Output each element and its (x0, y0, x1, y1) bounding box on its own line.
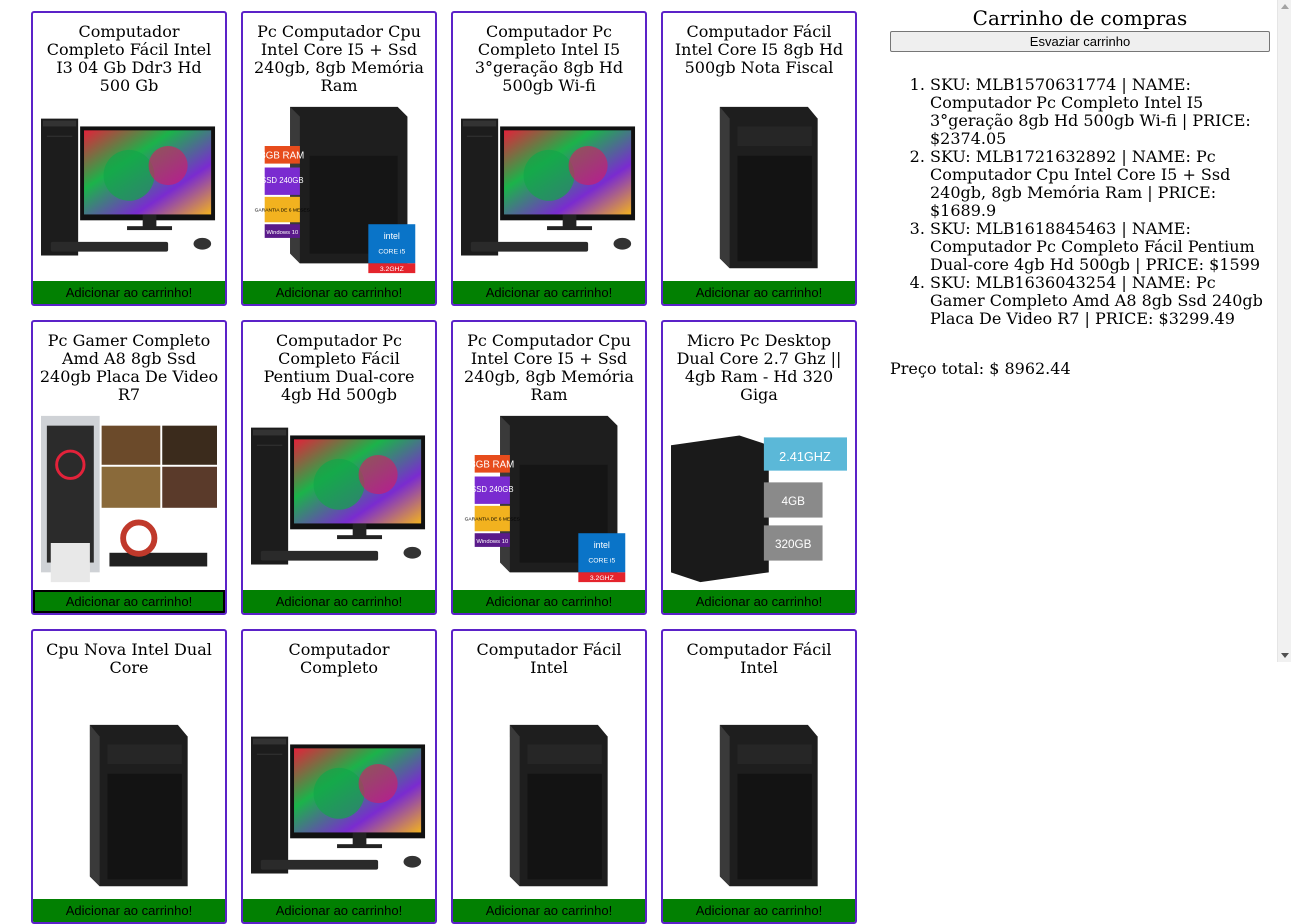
svg-text:GARANTIA DE 6 MESES: GARANTIA DE 6 MESES (255, 208, 311, 214)
product-title: Computador Pc Completo Intel I5 3°geraçã… (474, 22, 624, 95)
add-to-cart-button[interactable]: Adicionar ao carrinho! (33, 281, 225, 304)
product-card: Computador Fácil Intel Adicionar ao carr… (451, 629, 647, 924)
product-title: Computador Fácil Intel (686, 640, 832, 677)
product-title: Micro Pc Desktop Dual Core 2.7 Ghz || 4g… (676, 331, 842, 404)
product-title: Computador Pc Completo Fácil Pentium Dua… (263, 331, 415, 404)
product-title: Pc Gamer Completo Amd A8 8gb Ssd 240gb P… (39, 331, 219, 404)
cart-item: SKU: MLB1570631774 | NAME: Computador Pc… (930, 76, 1270, 148)
product-card: Computador Completo Adicionar ao carrinh… (241, 629, 437, 924)
tower-with-badges-image: 8GB RAM SSD 240GB GARANTIA DE 6 MESES Wi… (461, 404, 637, 594)
add-to-cart-button[interactable]: Adicionar ao carrinho! (243, 281, 435, 304)
tower-with-badges-image: 8GB RAM SSD 240GB GARANTIA DE 6 MESES Wi… (251, 95, 427, 285)
product-title: Computador Fácil Intel Core I5 8gb Hd 50… (674, 22, 844, 77)
svg-text:CORE i5: CORE i5 (378, 249, 405, 256)
svg-text:intel: intel (594, 540, 610, 550)
cart-list: SKU: MLB1570631774 | NAME: Computador Pc… (890, 76, 1270, 328)
svg-text:4GB: 4GB (781, 495, 805, 508)
vertical-scrollbar[interactable] (1277, 0, 1291, 662)
add-to-cart-button[interactable]: Adicionar ao carrinho! (663, 899, 855, 922)
add-to-cart-button[interactable]: Adicionar ao carrinho! (243, 899, 435, 922)
svg-text:8GB RAM: 8GB RAM (470, 460, 514, 471)
svg-text:GARANTIA DE 6 MESES: GARANTIA DE 6 MESES (465, 517, 521, 523)
gamer-setup-image (41, 404, 217, 594)
svg-text:CORE i5: CORE i5 (588, 558, 615, 565)
svg-text:Windows 10: Windows 10 (476, 539, 509, 545)
cart-item: SKU: MLB1721632892 | NAME: Pc Computador… (930, 148, 1270, 220)
svg-text:intel: intel (384, 231, 400, 241)
tower-with-specs-image: 2.41GHZ 4GB 320GB (671, 404, 847, 594)
svg-text:SSD 240GB: SSD 240GB (471, 485, 514, 494)
product-title: Cpu Nova Intel Dual Core (46, 640, 212, 677)
product-card: Computador Fácil Intel Core I5 8gb Hd 50… (661, 11, 857, 306)
product-card: Pc Gamer Completo Amd A8 8gb Ssd 240gb P… (31, 320, 227, 615)
product-title: Computador Completo (288, 640, 390, 677)
svg-text:8GB RAM: 8GB RAM (260, 151, 304, 162)
product-title: Pc Computador Cpu Intel Core I5 + Ssd 24… (464, 331, 634, 404)
product-title: Computador Fácil Intel (476, 640, 622, 677)
desktop-with-monitor-image (461, 95, 637, 285)
add-to-cart-button[interactable]: Adicionar ao carrinho! (243, 590, 435, 613)
add-to-cart-button[interactable]: Adicionar ao carrinho! (33, 899, 225, 922)
empty-cart-button[interactable]: Esvaziar carrinho (890, 31, 1270, 52)
product-title: Pc Computador Cpu Intel Core I5 + Ssd 24… (254, 22, 424, 95)
product-card: Computador Completo Fácil Intel I3 04 Gb… (31, 11, 227, 306)
scroll-down-arrow-icon[interactable] (1281, 653, 1289, 658)
add-to-cart-button[interactable]: Adicionar ao carrinho! (663, 281, 855, 304)
tower-image (671, 95, 847, 285)
svg-text:3.2GHZ: 3.2GHZ (590, 575, 614, 582)
desktop-with-monitor-image (41, 95, 217, 285)
cart-title: Carrinho de compras (972, 6, 1188, 30)
product-card: Cpu Nova Intel Dual Core Adicionar ao ca… (31, 629, 227, 924)
svg-text:3.2GHZ: 3.2GHZ (380, 266, 404, 273)
desktop-with-monitor-image (251, 404, 427, 594)
product-card: Computador Fácil Intel Adicionar ao carr… (661, 629, 857, 924)
add-to-cart-button[interactable]: Adicionar ao carrinho! (453, 899, 645, 922)
svg-text:Windows 10: Windows 10 (266, 230, 299, 236)
tower-image (41, 713, 217, 903)
add-to-cart-button[interactable]: Adicionar ao carrinho! (663, 590, 855, 613)
svg-text:SSD 240GB: SSD 240GB (261, 176, 304, 185)
product-card: Computador Pc Completo Intel I5 3°geraçã… (451, 11, 647, 306)
add-to-cart-button[interactable]: Adicionar ao carrinho! (33, 590, 225, 613)
desktop-with-monitor-image (251, 713, 427, 903)
product-card: Computador Pc Completo Fácil Pentium Dua… (241, 320, 437, 615)
cart-total: Preço total: $ 8962.44 (890, 359, 1071, 378)
add-to-cart-button[interactable]: Adicionar ao carrinho! (453, 590, 645, 613)
product-card: Pc Computador Cpu Intel Core I5 + Ssd 24… (451, 320, 647, 615)
add-to-cart-button[interactable]: Adicionar ao carrinho! (453, 281, 645, 304)
cart-item: SKU: MLB1618845463 | NAME: Computador Pc… (930, 220, 1270, 274)
shopping-cart: Carrinho de compras Esvaziar carrinho SK… (890, 6, 1270, 378)
product-card: Micro Pc Desktop Dual Core 2.7 Ghz || 4g… (661, 320, 857, 615)
cart-item: SKU: MLB1636043254 | NAME: Pc Gamer Comp… (930, 274, 1270, 328)
scroll-up-arrow-icon[interactable] (1281, 4, 1289, 9)
tower-image (461, 713, 637, 903)
svg-text:320GB: 320GB (775, 538, 812, 551)
svg-text:2.41GHZ: 2.41GHZ (779, 449, 831, 464)
tower-image (671, 713, 847, 903)
product-card: Pc Computador Cpu Intel Core I5 + Ssd 24… (241, 11, 437, 306)
product-title: Computador Completo Fácil Intel I3 04 Gb… (46, 22, 212, 95)
